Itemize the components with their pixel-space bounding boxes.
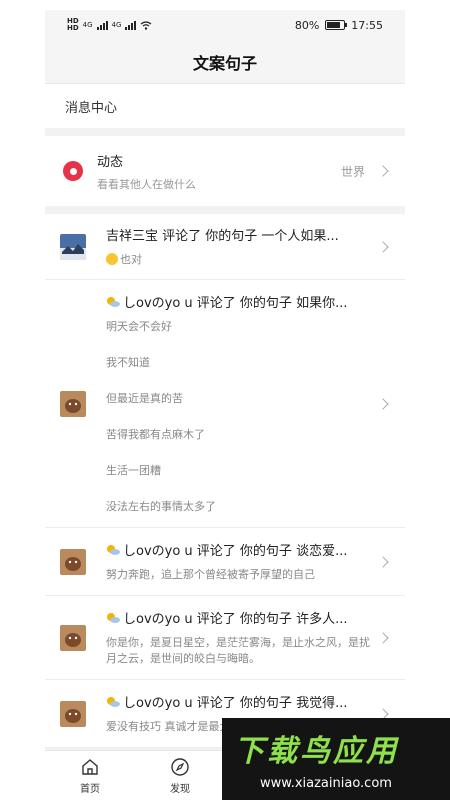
chevron-right-icon bbox=[377, 631, 389, 644]
record-icon bbox=[63, 161, 83, 181]
page-title: 文案句子 bbox=[45, 40, 405, 84]
message-header: 吉祥三宝 评论了 你的句子 一个人如果... bbox=[106, 229, 339, 244]
message-line: 生活一团糟 bbox=[106, 464, 161, 477]
watermark-title: 下载鸟应用 bbox=[234, 734, 399, 769]
message-line: 明天会不会好 bbox=[106, 320, 172, 333]
message-header: しovのyo u 评论了 你的句子 谈恋爱... bbox=[123, 544, 348, 559]
compass-icon bbox=[171, 757, 189, 776]
signal-icon bbox=[96, 20, 108, 30]
message-header: しovのyo u 评论了 你的句子 我觉得... bbox=[123, 696, 348, 711]
message-line: 你是你，是夏日星空，是茫茫雾海，是止水之风，是扰月之云，是世间的皎白与晦暗。 bbox=[106, 636, 370, 665]
watermark-logo: 下载鸟应用 www.xiazainiao.com bbox=[222, 718, 450, 800]
chevron-right-icon bbox=[377, 165, 389, 177]
list-item[interactable]: しovのyo u 评论了 你的句子 许多人... 你是你，是夏日星空，是茫茫雾海… bbox=[45, 596, 405, 680]
avatar bbox=[60, 233, 86, 260]
wifi-icon bbox=[141, 20, 152, 30]
home-icon bbox=[82, 758, 98, 775]
message-line: 没法左右的事情太多了 bbox=[106, 500, 216, 513]
message-line: 苦得我都有点麻木了 bbox=[106, 428, 205, 441]
network-label: 4G bbox=[82, 21, 93, 29]
sun-cloud-icon bbox=[107, 612, 120, 623]
list-item[interactable]: しovのyo u 评论了 你的句子 如果你... 明天会不会好 我不知道 但最近… bbox=[45, 280, 405, 528]
chevron-right-icon bbox=[377, 240, 389, 253]
dynamic-title: 动态 bbox=[97, 154, 124, 170]
message-list: 吉祥三宝 评论了 你的句子 一个人如果... 也对 しovのyo u 评论了 你… bbox=[45, 214, 405, 748]
message-header: しovのyo u 评论了 你的句子 许多人... bbox=[123, 612, 348, 627]
smiley-icon bbox=[106, 253, 118, 265]
nav-discover[interactable]: 发现 bbox=[135, 751, 225, 800]
phone-screen: HD HD 4G 4G 80% 17:55 文案句子 消息中心 动态 看看其他人… bbox=[45, 10, 405, 800]
nav-discover-label: 发现 bbox=[170, 783, 190, 795]
dynamic-entry[interactable]: 动态 看看其他人在做什么 世界 bbox=[45, 136, 405, 206]
battery-percent: 80% bbox=[294, 18, 320, 32]
status-right: 80% 17:55 bbox=[295, 19, 383, 32]
avatar bbox=[60, 700, 86, 727]
nav-home-label: 首页 bbox=[80, 783, 100, 795]
list-item[interactable]: 吉祥三宝 评论了 你的句子 一个人如果... 也对 bbox=[45, 214, 405, 280]
dynamic-subtitle: 看看其他人在做什么 bbox=[97, 177, 196, 191]
avatar bbox=[60, 390, 86, 417]
status-left: HD HD 4G 4G bbox=[67, 18, 152, 32]
network-label-2: 4G bbox=[111, 21, 122, 29]
avatar bbox=[60, 548, 86, 575]
signal-icon-2 bbox=[125, 20, 137, 30]
message-center-label: 消息中心 bbox=[45, 84, 405, 128]
message-line: 但最近是真的苦 bbox=[106, 392, 183, 405]
avatar bbox=[60, 624, 86, 651]
sun-cloud-icon bbox=[107, 544, 120, 555]
message-header: しovのyo u 评论了 你的句子 如果你... bbox=[123, 296, 348, 311]
watermark-url: www.xiazainiao.com bbox=[260, 776, 392, 791]
sun-cloud-icon bbox=[107, 296, 120, 307]
chevron-right-icon bbox=[377, 397, 389, 410]
status-bar: HD HD 4G 4G 80% 17:55 bbox=[45, 10, 405, 40]
message-line: 努力奔跑，追上那个曾经被寄予厚望的自己 bbox=[106, 568, 315, 581]
nav-home[interactable]: 首页 bbox=[45, 751, 135, 800]
clock: 17:55 bbox=[351, 18, 383, 32]
message-line: 也对 bbox=[120, 253, 142, 266]
battery-icon bbox=[325, 20, 348, 30]
list-item[interactable]: しovのyo u 评论了 你的句子 谈恋爱... 努力奔跑，追上那个曾经被寄予厚… bbox=[45, 528, 405, 596]
sun-cloud-icon bbox=[107, 696, 120, 707]
world-label: 世界 bbox=[340, 164, 365, 179]
chevron-right-icon bbox=[377, 555, 389, 568]
sim2-label: HD bbox=[67, 24, 79, 32]
message-line: 我不知道 bbox=[106, 356, 150, 369]
